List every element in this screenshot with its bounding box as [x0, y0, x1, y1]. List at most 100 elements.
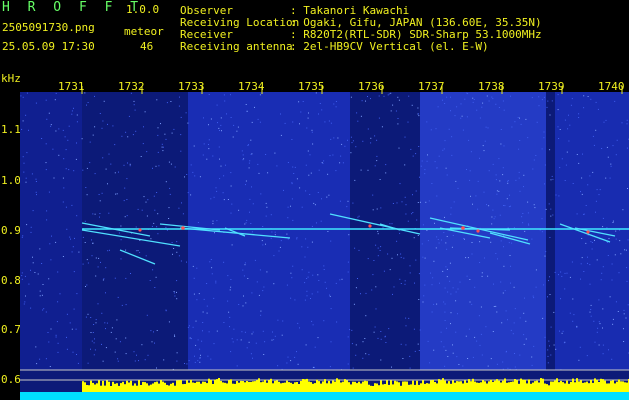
noise-pixel — [615, 238, 617, 240]
noise-pixel — [398, 147, 400, 149]
noise-pixel — [382, 227, 384, 229]
noise-pixel — [329, 155, 331, 157]
noise-pixel — [496, 363, 498, 365]
noise-pixel — [377, 337, 379, 339]
noise-pixel — [94, 126, 96, 128]
noise-pixel — [372, 194, 374, 196]
noise-pixel — [57, 271, 59, 273]
noise-pixel — [590, 309, 592, 310]
noise-pixel — [294, 166, 296, 168]
y-tick-label: 1.0 — [1, 174, 21, 187]
noise-pixel — [178, 255, 180, 257]
noise-pixel — [617, 311, 619, 312]
noise-pixel — [174, 295, 176, 297]
noise-pixel — [626, 147, 628, 149]
noise-pixel — [444, 311, 446, 313]
noise-pixel — [69, 236, 71, 238]
noise-pixel — [307, 117, 309, 119]
level-bar — [392, 384, 394, 392]
noise-pixel — [231, 338, 233, 340]
noise-pixel — [416, 219, 418, 221]
noise-pixel — [134, 109, 136, 111]
noise-pixel — [65, 149, 67, 151]
noise-pixel — [270, 214, 272, 216]
noise-pixel — [472, 97, 474, 99]
level-bar — [260, 382, 262, 392]
level-bar — [110, 386, 112, 392]
noise-pixel — [206, 305, 208, 307]
noise-pixel — [365, 100, 366, 102]
level-bar — [264, 379, 266, 392]
level-bar — [204, 381, 206, 392]
noise-pixel — [515, 179, 517, 181]
noise-pixel — [335, 282, 337, 284]
noise-pixel — [242, 159, 244, 161]
noise-pixel — [545, 251, 547, 253]
noise-pixel — [392, 293, 393, 295]
noise-pixel — [444, 103, 446, 104]
noise-pixel — [607, 255, 609, 256]
level-bar — [542, 378, 544, 392]
noise-pixel — [418, 350, 420, 351]
noise-pixel — [523, 186, 524, 188]
noise-pixel — [202, 330, 203, 332]
level-bar — [466, 382, 468, 392]
noise-pixel — [478, 315, 480, 317]
noise-pixel — [387, 94, 389, 96]
noise-pixel — [615, 301, 617, 303]
noise-pixel — [21, 272, 23, 274]
noise-pixel — [180, 260, 182, 262]
noise-pixel — [561, 275, 563, 277]
level-bar — [218, 378, 220, 392]
noise-pixel — [169, 187, 171, 189]
level-bar — [158, 383, 160, 392]
noise-pixel — [445, 266, 447, 268]
noise-pixel — [85, 316, 87, 318]
noise-pixel — [229, 326, 230, 328]
noise-pixel — [21, 278, 23, 280]
noise-pixel — [276, 165, 278, 167]
noise-pixel — [197, 222, 199, 223]
noise-pixel — [62, 201, 64, 203]
noise-pixel — [219, 158, 220, 160]
noise-pixel — [43, 308, 45, 310]
noise-pixel — [317, 291, 319, 293]
noise-pixel — [347, 139, 348, 141]
noise-pixel — [371, 289, 373, 291]
noise-pixel — [450, 207, 452, 209]
level-bar — [492, 381, 494, 392]
noise-pixel — [333, 103, 335, 105]
noise-pixel — [587, 256, 588, 258]
noise-pixel — [466, 116, 468, 118]
noise-pixel — [493, 306, 495, 307]
noise-pixel — [495, 174, 497, 176]
noise-pixel — [370, 142, 372, 144]
noise-pixel — [165, 310, 167, 312]
noise-pixel — [434, 161, 436, 163]
noise-pixel — [116, 319, 118, 321]
level-bar — [496, 379, 498, 392]
noise-pixel — [549, 114, 551, 116]
noise-pixel — [248, 341, 250, 343]
noise-pixel — [510, 95, 511, 97]
noise-pixel — [307, 246, 309, 248]
noise-pixel — [455, 180, 457, 182]
noise-pixel — [212, 220, 214, 222]
noise-pixel — [230, 94, 231, 96]
noise-pixel — [395, 110, 397, 112]
noise-pixel — [500, 129, 502, 130]
noise-pixel — [182, 213, 184, 215]
noise-pixel — [291, 183, 293, 185]
noise-pixel — [50, 259, 52, 261]
noise-pixel — [415, 259, 417, 261]
noise-pixel — [127, 162, 128, 164]
level-bar — [86, 385, 88, 392]
noise-pixel — [196, 267, 198, 269]
noise-pixel — [355, 146, 357, 148]
level-bar — [102, 380, 104, 392]
noise-pixel — [587, 262, 588, 264]
noise-pixel — [227, 275, 229, 277]
noise-pixel — [464, 238, 465, 240]
noise-pixel — [449, 262, 451, 264]
noise-pixel — [94, 338, 95, 340]
